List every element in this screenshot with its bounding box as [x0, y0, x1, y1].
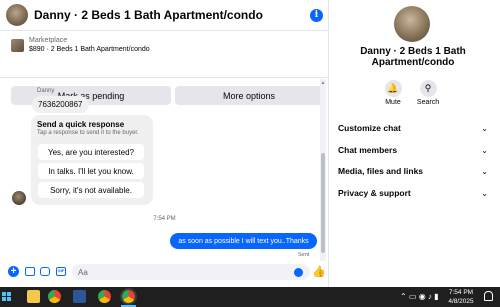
incoming-message[interactable]: 7636200867 — [32, 96, 89, 113]
quick-response-option[interactable]: In talks. I'll let you know. — [38, 163, 144, 179]
message-composer: + GIF Aa 👍 — [0, 262, 329, 283]
marketplace-label: Marketplace — [29, 37, 68, 44]
customize-chat-row[interactable]: Customize chat ⌄ — [338, 120, 488, 136]
quick-response-subtitle: Tap a response to send it to the buyer. — [37, 130, 139, 136]
profile-avatar[interactable] — [394, 6, 430, 42]
listing-summary[interactable]: $890 · 2 Beds 1 Bath Apartment/condo — [29, 46, 150, 53]
file-explorer-icon[interactable] — [27, 290, 40, 303]
quick-response-option[interactable]: Yes, are you interested? — [38, 144, 144, 160]
conversation-info-panel: Danny · 2 Beds 1 Bath Apartment/condo 🔔 … — [330, 0, 500, 287]
chat-title[interactable]: Danny · 2 Beds 1 Bath Apartment/condo — [34, 8, 310, 22]
chevron-down-icon: ⌄ — [481, 145, 488, 155]
word-icon[interactable] — [73, 290, 86, 303]
search-icon: ⚲ — [419, 80, 437, 97]
mute-label: Mute — [385, 99, 401, 106]
chat-header: Danny · 2 Beds 1 Bath Apartment/condo i — [0, 0, 329, 31]
quick-response-option[interactable]: Sorry, it's not available. — [38, 182, 144, 198]
clock-date: 4/8/2025 — [448, 298, 474, 305]
sticker-icon[interactable] — [40, 267, 50, 276]
marketplace-listing: Marketplace $890 · 2 Beds 1 Bath Apartme… — [0, 31, 329, 105]
search-label: Search — [416, 99, 440, 106]
search-button[interactable]: ⚲ Search — [413, 80, 443, 106]
sender-avatar[interactable] — [12, 191, 26, 205]
gif-icon[interactable]: GIF — [56, 267, 66, 276]
scroll-up-arrow-icon[interactable]: ▲ — [320, 81, 326, 86]
windows-taskbar: ⌃ ▭ ◉ ♪ ▮ 7:54 PM 4/8/2025 — [0, 287, 500, 307]
windows-start-icon[interactable] — [2, 292, 12, 302]
row-label: Chat members — [338, 145, 398, 155]
contact-avatar[interactable] — [6, 4, 28, 26]
chrome-active-icon[interactable] — [120, 288, 137, 305]
quick-response-card: Send a quick response Tap a response to … — [31, 115, 153, 205]
chevron-down-icon: ⌄ — [481, 188, 488, 198]
photo-icon[interactable] — [25, 267, 35, 276]
chrome-icon[interactable] — [48, 290, 61, 303]
thumbs-up-icon[interactable]: 👍 — [312, 265, 326, 278]
listing-thumbnail[interactable] — [11, 39, 24, 52]
system-tray-icons[interactable]: ⌃ ▭ ◉ ♪ ▮ — [400, 292, 439, 301]
emoji-icon[interactable] — [294, 268, 303, 277]
sender-name: Danny — [37, 88, 55, 94]
profile-name: Danny · 2 Beds 1 Bath Apartment/condo — [360, 46, 466, 68]
row-label: Privacy & support — [338, 188, 411, 198]
media-files-links-row[interactable]: Media, files and links ⌄ — [338, 163, 488, 179]
notification-bell-icon[interactable] — [484, 291, 493, 301]
message-list: Danny 7636200867 Send a quick response T… — [0, 79, 329, 261]
mute-button[interactable]: 🔔 Mute — [378, 80, 408, 106]
bell-icon: 🔔 — [384, 80, 402, 97]
sent-status: Sent — [298, 252, 310, 258]
row-label: Customize chat — [338, 123, 401, 133]
taskbar-clock[interactable]: 7:54 PM 4/8/2025 — [444, 288, 478, 306]
chat-pane: Danny · 2 Beds 1 Bath Apartment/condo i … — [0, 0, 329, 287]
clock-time: 7:54 PM — [448, 289, 474, 296]
quick-response-title: Send a quick response — [37, 120, 125, 129]
chrome-icon[interactable] — [98, 290, 111, 303]
chat-members-row[interactable]: Chat members ⌄ — [338, 142, 488, 158]
plus-icon[interactable]: + — [8, 266, 19, 277]
outgoing-message[interactable]: as soon as possible I will text you..Tha… — [170, 233, 317, 249]
privacy-support-row[interactable]: Privacy & support ⌄ — [338, 185, 488, 201]
message-timestamp: 7:54 PM — [153, 216, 176, 222]
chevron-down-icon: ⌄ — [481, 166, 488, 176]
row-label: Media, files and links — [338, 166, 424, 176]
message-scrollbar[interactable]: ▲ — [320, 79, 326, 261]
message-input[interactable]: Aa — [72, 264, 310, 280]
info-icon[interactable]: i — [310, 8, 323, 22]
scroll-thumb[interactable] — [321, 153, 325, 253]
chevron-down-icon: ⌄ — [481, 123, 488, 133]
